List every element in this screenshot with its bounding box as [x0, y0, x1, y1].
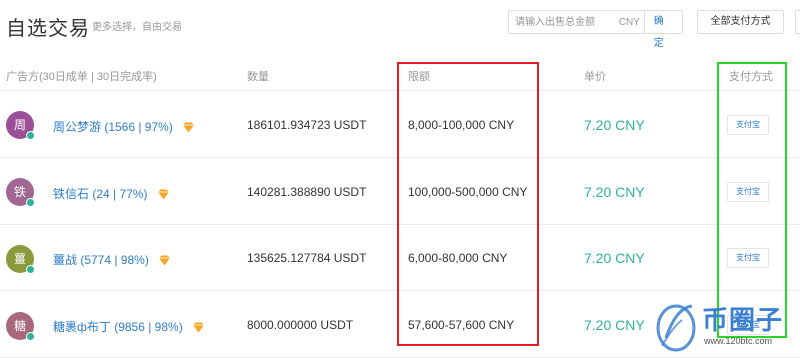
online-indicator	[26, 131, 35, 140]
merchant-link[interactable]: 薑战 (5774 | 98%)	[53, 251, 171, 268]
quantity-value: 140281.388890 USDT	[247, 185, 367, 199]
merchant-link[interactable]: 铁信石 (24 | 77%)	[53, 185, 170, 202]
column-header-price: 单价	[584, 71, 606, 83]
avatar-letter: 周	[13, 118, 26, 132]
diamond-icon	[193, 322, 205, 333]
merchant-link[interactable]: 周公梦游 (1566 | 97%)	[53, 118, 195, 135]
amount-input[interactable]	[509, 12, 615, 32]
diamond-icon	[157, 189, 169, 200]
watermark-url: www.120btc.com	[704, 336, 773, 346]
avatar-letter: 糖	[13, 319, 26, 333]
merchant-name: 周公梦游 (1566 | 97%)	[53, 120, 173, 134]
online-indicator	[26, 198, 35, 207]
currency-label: CNY	[618, 16, 640, 28]
quantity-value: 8000.000000 USDT	[247, 318, 354, 332]
avatar[interactable]: 薑	[6, 245, 35, 274]
quantity-value: 135625.127784 USDT	[247, 251, 367, 265]
amount-search-box: CNY 确定	[508, 10, 683, 49]
price-value: 7.20 CNY	[584, 317, 645, 333]
merchant-name: 铁信石 (24 | 77%)	[53, 187, 148, 201]
avatar[interactable]: 铁	[6, 178, 35, 207]
quantity-value: 186101.934723 USDT	[247, 118, 367, 132]
page-subtitle: 更多选择，自由交易	[92, 22, 182, 33]
diamond-icon	[159, 255, 171, 266]
avatar-letter: 薑	[13, 252, 26, 266]
online-indicator	[26, 265, 35, 274]
avatar[interactable]: 周	[6, 111, 35, 140]
merchant-name: 糖裹ф布丁 (9856 | 98%)	[53, 320, 183, 334]
watermark-brand: 币圈子	[702, 305, 784, 335]
merchant-name: 薑战 (5774 | 98%)	[53, 253, 149, 267]
column-header-quantity: 数量	[247, 71, 269, 83]
merchant-link[interactable]: 糖裹ф布丁 (9856 | 98%)	[53, 318, 205, 335]
avatar-letter: 铁	[13, 185, 26, 199]
online-indicator	[26, 332, 35, 341]
payment-filter-dropdown[interactable]: 全部支付方式	[697, 10, 784, 34]
diamond-icon	[183, 122, 195, 133]
confirm-button[interactable]: 确定	[643, 11, 682, 49]
avatar[interactable]: 糖	[6, 312, 35, 341]
watermark: 币圈子 www.120btc.com	[652, 296, 800, 358]
more-button[interactable]	[795, 10, 800, 34]
page-title: 自选交易	[6, 18, 90, 40]
price-value: 7.20 CNY	[584, 117, 645, 133]
price-value: 7.20 CNY	[584, 184, 645, 200]
bitcoin-circle-logo-icon	[656, 304, 696, 352]
limit-column-highlight	[397, 62, 539, 346]
column-header-advertiser: 广告方(30日成单 | 30日完成率)	[6, 71, 157, 83]
price-value: 7.20 CNY	[584, 250, 645, 266]
